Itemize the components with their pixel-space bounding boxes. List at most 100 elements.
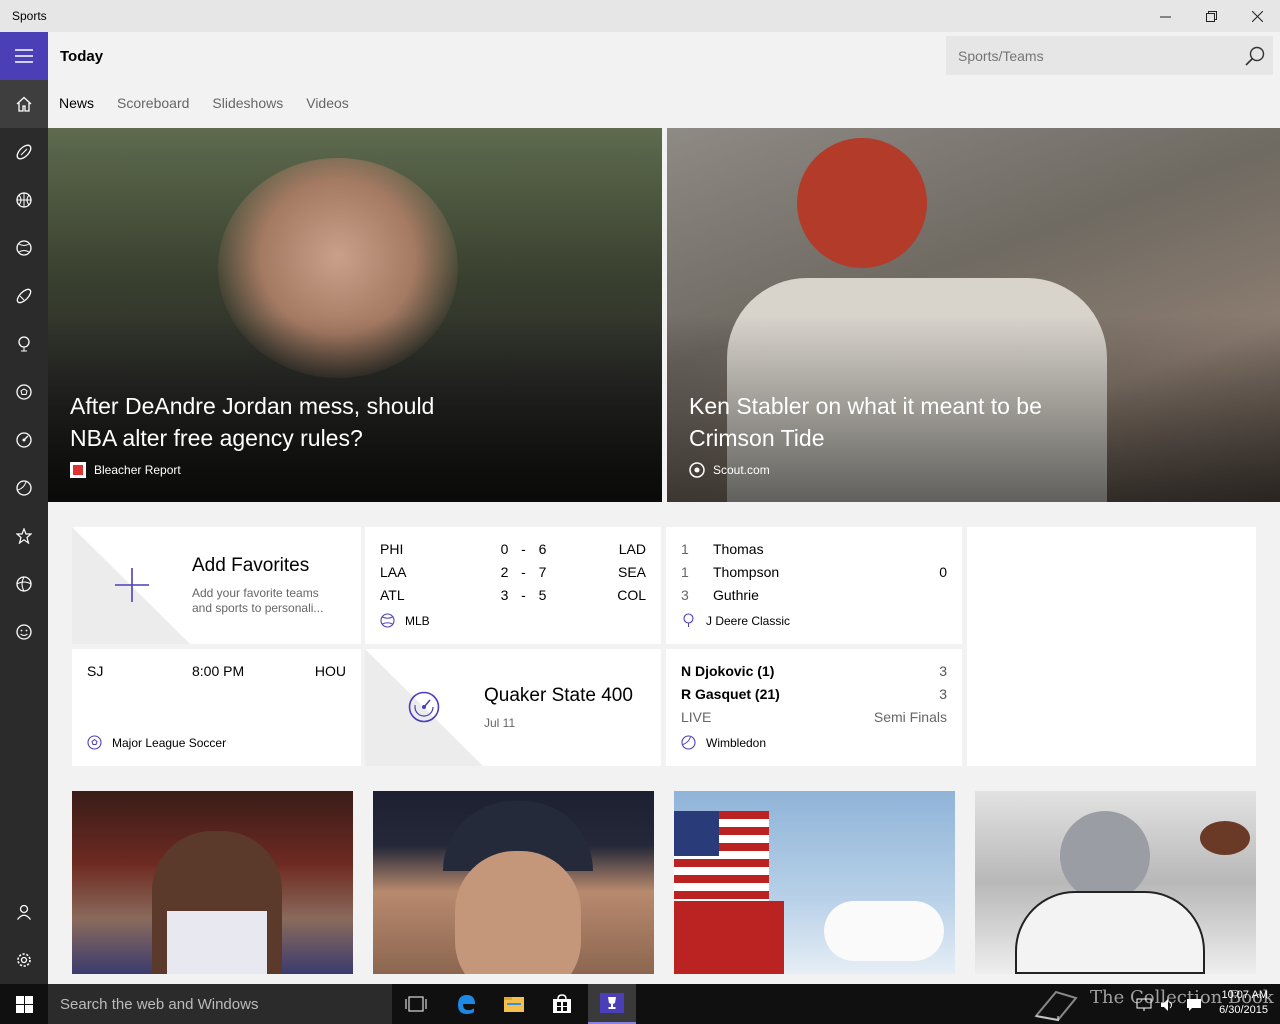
score-row: PHI 0 - 6 LAD: [380, 537, 646, 560]
close-button[interactable]: [1234, 0, 1280, 32]
racing-event-tile[interactable]: Quaker State 400 Jul 11: [365, 649, 661, 766]
story-photo-2[interactable]: [373, 791, 654, 974]
away-team: PHI: [380, 540, 404, 557]
baseball-icon: [16, 240, 32, 256]
golf-leaderboard-tile[interactable]: 1 Thomas 1 Thompson 0 3 Guthrie J Deere …: [666, 527, 962, 644]
tab-news[interactable]: News: [59, 95, 94, 111]
score-separator: -: [521, 586, 526, 603]
clock[interactable]: 10:07 AM 6/30/2015: [1219, 988, 1268, 1018]
fantasy-icon: [16, 624, 32, 640]
tennis-match-tile[interactable]: N Djokovic (1) 3 R Gasquet (21) 3 LIVE S…: [666, 649, 962, 766]
search-box[interactable]: [946, 36, 1273, 75]
match-row: SJ 8:00 PM HOU: [87, 659, 346, 682]
event-label: J Deere Classic: [706, 613, 791, 628]
baseball-icon: [380, 613, 395, 628]
mlb-scores-tile[interactable]: PHI 0 - 6 LAD LAA 2 - 7 SEA ATL 3 - 5 CO…: [365, 527, 661, 644]
network-icon[interactable]: [1136, 998, 1152, 1012]
score-row: LAA 2 - 7 SEA: [380, 560, 646, 583]
nav-football[interactable]: [0, 128, 48, 176]
hero-source-label-2: Scout.com: [713, 463, 770, 477]
action-center-icon[interactable]: [1186, 998, 1202, 1012]
nav-favorites[interactable]: [0, 512, 48, 560]
taskbar: Search the web and Windows The Collectio…: [0, 984, 1280, 1024]
task-view-button[interactable]: [392, 984, 440, 1024]
add-favorites-tile[interactable]: Add Favorites Add your favorite teams an…: [72, 527, 361, 644]
basketball-icon: [16, 192, 32, 208]
away-team: ATL: [380, 586, 405, 603]
scout-icon: [689, 462, 705, 478]
folder-icon: [504, 997, 524, 1012]
nav-baseball[interactable]: [0, 224, 48, 272]
bleacher-report-icon: [70, 462, 86, 478]
away-score: 0: [500, 540, 509, 557]
hamburger-icon: [15, 49, 33, 63]
volume-icon[interactable]: [1160, 998, 1176, 1012]
player-1-score: 3: [939, 662, 947, 679]
leaderboard-row: 3 Guthrie: [681, 583, 947, 606]
edge-icon: [458, 995, 475, 1014]
hero-source-2: Scout.com: [689, 462, 1079, 478]
score-separator: -: [521, 540, 526, 557]
title-bar: Sports: [0, 0, 1280, 32]
nav-account[interactable]: [0, 888, 48, 936]
home-team: HOU: [314, 662, 346, 679]
soccer-match-tile[interactable]: SJ 8:00 PM HOU Major League Soccer: [72, 649, 361, 766]
app-header: Today News Scoreboard Slideshows Videos: [48, 32, 1280, 128]
restore-button[interactable]: [1188, 0, 1234, 32]
home-score: 5: [538, 586, 547, 603]
home-team: SEA: [617, 563, 646, 580]
story-photo-3[interactable]: [674, 791, 955, 974]
restore-icon: [1205, 10, 1217, 22]
nav-tennis[interactable]: [0, 464, 48, 512]
story-photo-4[interactable]: [975, 791, 1256, 974]
match-round: Semi Finals: [873, 708, 947, 725]
soccer-icon: [87, 735, 102, 750]
position: 3: [681, 586, 689, 603]
search-button[interactable]: [1237, 46, 1273, 66]
racing-icon: [16, 432, 32, 448]
taskbar-search[interactable]: Search the web and Windows: [48, 984, 392, 1024]
tab-scoreboard[interactable]: Scoreboard: [117, 95, 189, 111]
close-icon: [1251, 10, 1263, 22]
trophy-icon: [600, 993, 624, 1013]
tab-slideshows[interactable]: Slideshows: [212, 95, 283, 111]
nav-golf[interactable]: [0, 320, 48, 368]
minimize-icon: [1159, 16, 1171, 17]
file-explorer-button[interactable]: [490, 984, 538, 1024]
match-time: 8:00 PM: [192, 662, 245, 679]
minimize-button[interactable]: [1142, 0, 1188, 32]
nav-home[interactable]: [0, 80, 48, 128]
search-input[interactable]: [946, 47, 1237, 64]
tab-videos[interactable]: Videos: [306, 95, 349, 111]
home-icon: [16, 96, 32, 112]
player-2-score: 3: [939, 685, 947, 702]
hero-headline-1[interactable]: After DeAndre Jordan mess, should NBA al…: [70, 390, 460, 454]
position: 1: [681, 563, 689, 580]
store-button[interactable]: [538, 984, 586, 1024]
tile-footer: J Deere Classic: [681, 613, 790, 628]
nav-fantasy[interactable]: [0, 608, 48, 656]
nav-racing[interactable]: [0, 416, 48, 464]
nav-soccer[interactable]: [0, 368, 48, 416]
nav-basketball[interactable]: [0, 176, 48, 224]
tile-footer: Major League Soccer: [87, 735, 226, 750]
edge-button[interactable]: [442, 984, 490, 1024]
nav-more-sports[interactable]: [0, 560, 48, 608]
golf-icon: [18, 336, 30, 352]
nav-settings[interactable]: [0, 936, 48, 984]
page-title: Today: [60, 48, 104, 65]
hero-headline-2[interactable]: Ken Stabler on what it meant to be Crims…: [689, 390, 1079, 454]
story-photo-1[interactable]: [72, 791, 353, 974]
nav-hockey[interactable]: [0, 272, 48, 320]
away-score: 3: [500, 586, 509, 603]
start-button[interactable]: [0, 984, 48, 1024]
hero-story-2[interactable]: Ken Stabler on what it meant to be Crims…: [667, 128, 1280, 502]
hamburger-button[interactable]: [0, 32, 48, 80]
player-row: R Gasquet (21) 3: [681, 682, 947, 705]
book-watermark-icon: [1034, 990, 1078, 1022]
score-separator: -: [521, 563, 526, 580]
hero-story-1[interactable]: After DeAndre Jordan mess, should NBA al…: [48, 128, 662, 502]
tennis-icon: [681, 735, 696, 750]
sports-app-button[interactable]: [588, 984, 636, 1024]
player-1: N Djokovic (1): [681, 662, 775, 679]
